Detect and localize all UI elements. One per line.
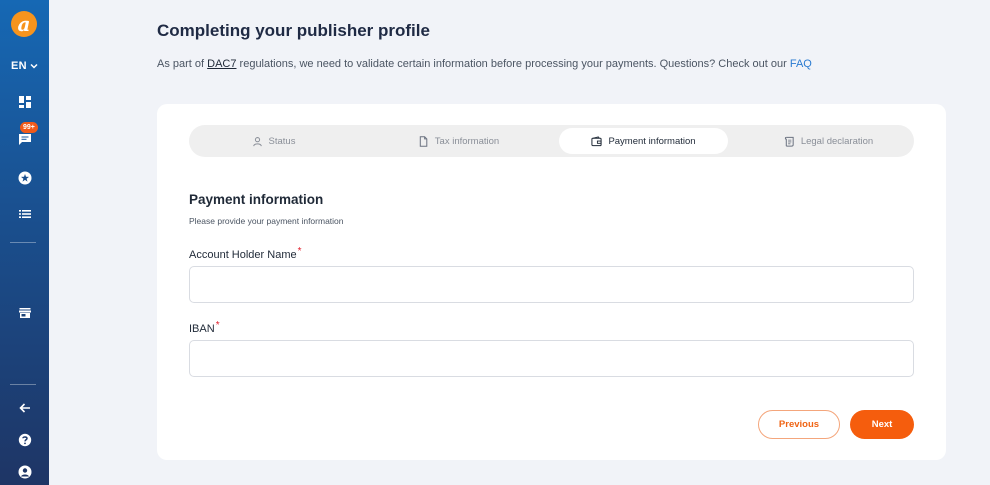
document-icon	[419, 135, 428, 147]
dashboard-icon	[18, 96, 31, 108]
step-payment-information[interactable]: Payment information	[559, 128, 728, 154]
page-subtitle: As part of DAC7 regulations, we need to …	[157, 58, 812, 70]
scroll-icon	[784, 136, 794, 147]
step-label: Payment information	[608, 135, 696, 147]
help-icon	[18, 433, 31, 447]
chevron-down-icon	[30, 63, 38, 69]
subtitle-text-start: As part of	[157, 58, 208, 70]
subtitle-text-middle: regulations, we need to validate certain…	[236, 58, 790, 70]
step-label: Status	[268, 135, 296, 147]
account-icon	[18, 465, 31, 479]
account-holder-label: Account Holder Name*	[189, 246, 302, 261]
sidebar-collapse-button[interactable]	[0, 398, 49, 418]
required-mark: *	[215, 320, 220, 331]
progress-stepper: Status Tax information Payment informati…	[189, 125, 914, 157]
list-icon	[18, 210, 31, 218]
page-title: Completing your publisher profile	[157, 21, 430, 40]
iban-label: IBAN*	[189, 320, 220, 335]
profile-card: Status Tax information Payment informati…	[157, 104, 946, 460]
sidebar: a EN 99+	[0, 0, 49, 485]
step-label: Legal declaration	[800, 135, 874, 147]
brand-logo[interactable]: a	[10, 10, 38, 38]
sidebar-divider	[10, 242, 36, 243]
sidebar-help-button[interactable]	[0, 430, 49, 450]
iban-input[interactable]	[189, 340, 914, 377]
chat-icon	[18, 134, 31, 145]
step-label: Tax information	[434, 135, 500, 147]
field-label-text: Account Holder Name	[189, 249, 297, 261]
user-icon	[252, 136, 262, 146]
dac7-link[interactable]: DAC7	[207, 58, 236, 70]
section-subtitle: Please provide your payment information	[189, 216, 344, 226]
sidebar-item-list[interactable]	[0, 204, 49, 224]
step-status[interactable]: Status	[189, 128, 358, 154]
star-icon	[18, 171, 31, 185]
language-selector[interactable]: EN	[0, 60, 49, 72]
sidebar-item-store[interactable]	[0, 303, 49, 323]
section-title: Payment information	[189, 192, 324, 207]
sidebar-divider-bottom	[10, 384, 36, 385]
store-icon	[18, 308, 31, 318]
faq-link[interactable]: FAQ	[790, 58, 812, 70]
wallet-icon	[591, 135, 603, 146]
step-legal-declaration[interactable]: Legal declaration	[744, 128, 913, 154]
sidebar-account-button[interactable]	[0, 462, 49, 482]
step-tax-information[interactable]: Tax information	[374, 128, 543, 154]
account-holder-input[interactable]	[189, 266, 914, 303]
field-label-text: IBAN	[189, 323, 215, 335]
logo-icon: a	[11, 11, 37, 37]
required-mark: *	[297, 246, 302, 257]
next-button[interactable]: Next	[850, 410, 914, 439]
arrow-left-icon	[18, 403, 30, 413]
svg-text:a: a	[18, 12, 31, 36]
sidebar-item-favorites[interactable]	[0, 168, 49, 188]
sidebar-item-messages[interactable]: 99+	[0, 122, 49, 149]
sidebar-item-dashboard[interactable]	[0, 92, 49, 112]
language-label: EN	[11, 60, 27, 72]
notification-badge: 99+	[20, 122, 38, 133]
previous-button[interactable]: Previous	[758, 410, 840, 439]
